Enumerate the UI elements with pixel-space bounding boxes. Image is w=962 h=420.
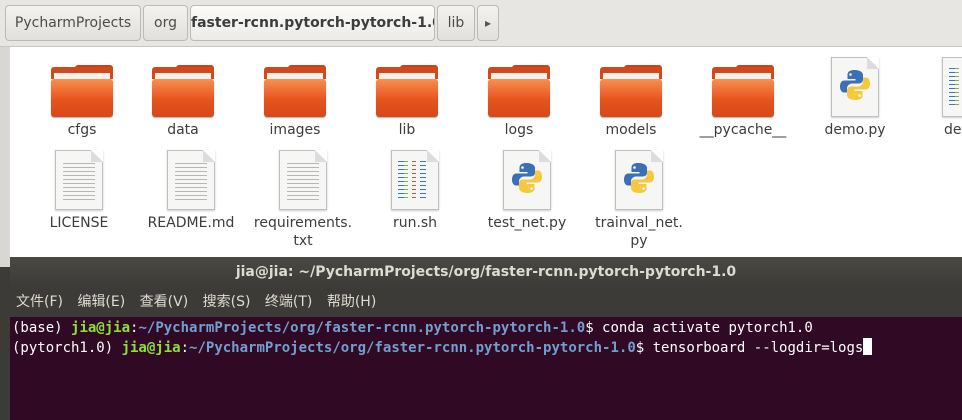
file-label: __pycache__ bbox=[699, 122, 787, 138]
file-item-dem[interactable]: dem bbox=[912, 57, 962, 139]
file-item-demo-py[interactable]: demo.py bbox=[800, 57, 910, 139]
prompt-env: (base) bbox=[12, 320, 72, 336]
file-item-license[interactable]: LICENSE bbox=[24, 150, 134, 232]
terminal-title-bar[interactable]: jia@jia: ~/PycharmProjects/org/faster-rc… bbox=[10, 257, 962, 287]
prompt-separator: : bbox=[180, 340, 190, 356]
file-label: trainval_net. py bbox=[595, 215, 683, 249]
python-file-icon bbox=[615, 150, 663, 210]
file-label: images bbox=[269, 122, 321, 138]
menu-edit[interactable]: 编辑(E) bbox=[77, 294, 125, 310]
menu-help[interactable]: 帮助(H) bbox=[327, 294, 376, 310]
file-label: lib bbox=[398, 122, 416, 138]
file-item-lib[interactable]: lib bbox=[352, 65, 462, 139]
file-item-test-net[interactable]: test_net.py bbox=[472, 150, 582, 232]
folder-icon bbox=[264, 65, 326, 117]
file-item-trainval-net[interactable]: trainval_net. py bbox=[584, 150, 694, 250]
file-label: dem bbox=[944, 122, 962, 138]
menu-terminal[interactable]: 终端(T) bbox=[265, 294, 312, 310]
folder-icon bbox=[376, 65, 438, 117]
file-label: README.md bbox=[147, 215, 235, 231]
prompt-user: jia@jia bbox=[71, 320, 131, 336]
terminal-menu-bar: 文件(F) 编辑(E) 查看(V) 搜索(S) 终端(T) 帮助(H) bbox=[10, 287, 962, 317]
text-file-icon bbox=[55, 150, 103, 210]
script-file-icon bbox=[391, 150, 439, 210]
folder-icon bbox=[712, 65, 774, 117]
file-label: requirements. txt bbox=[253, 215, 353, 249]
file-item-run-sh[interactable]: run.sh bbox=[360, 150, 470, 232]
folder-icon bbox=[152, 65, 214, 117]
prompt-env: (pytorch1.0) bbox=[12, 340, 122, 356]
file-item-requirements[interactable]: requirements. txt bbox=[248, 150, 358, 250]
file-view: cfgs data images lib logs models __pycac… bbox=[0, 47, 962, 267]
file-item-images[interactable]: images bbox=[240, 65, 350, 139]
folder-icon bbox=[600, 65, 662, 117]
breadcrumb-org[interactable]: org bbox=[143, 5, 188, 41]
breadcrumb-lib[interactable]: lib bbox=[437, 5, 475, 41]
file-item-logs[interactable]: logs bbox=[464, 65, 574, 139]
file-item-models[interactable]: models bbox=[576, 65, 686, 139]
breadcrumb-faster-rcnn[interactable]: faster-rcnn.pytorch-pytorch-1.0 bbox=[190, 5, 435, 41]
prompt-user: jia@jia bbox=[121, 340, 181, 356]
breadcrumb-pycharmprojects[interactable]: PycharmProjects bbox=[5, 5, 141, 41]
text-file-icon bbox=[279, 150, 327, 210]
python-logo-icon bbox=[512, 163, 542, 193]
python-logo-icon bbox=[840, 70, 870, 100]
terminal-title: jia@jia: ~/PycharmProjects/org/faster-rc… bbox=[235, 264, 737, 280]
file-label: run.sh bbox=[392, 215, 438, 231]
file-label: cfgs bbox=[67, 122, 97, 138]
text-cursor bbox=[863, 338, 873, 355]
file-label: models bbox=[605, 122, 657, 138]
text-file-icon bbox=[942, 57, 962, 117]
file-item-data[interactable]: data bbox=[128, 65, 238, 139]
file-label: demo.py bbox=[824, 122, 886, 138]
terminal-line: (base) jia@jia:~/PycharmProjects/org/fas… bbox=[12, 319, 962, 338]
text-file-icon bbox=[167, 150, 215, 210]
command-text: $ conda activate pytorch1.0 bbox=[585, 320, 813, 336]
terminal-output[interactable]: (base) jia@jia:~/PycharmProjects/org/fas… bbox=[10, 319, 962, 420]
chevron-right-icon: ▸ bbox=[484, 16, 492, 30]
file-item-pycache[interactable]: __pycache__ bbox=[688, 65, 798, 139]
command-text: $ tensorboard --logdir=logs bbox=[635, 340, 864, 356]
python-file-icon bbox=[831, 57, 879, 117]
file-item-readme[interactable]: README.md bbox=[136, 150, 246, 232]
file-item-cfgs[interactable]: cfgs bbox=[27, 65, 137, 139]
path-bar: PycharmProjects org faster-rcnn.pytorch-… bbox=[0, 0, 962, 47]
folder-icon bbox=[488, 65, 550, 117]
file-label: logs bbox=[504, 122, 534, 138]
file-label: test_net.py bbox=[487, 215, 567, 231]
folder-icon bbox=[51, 65, 113, 117]
file-label: data bbox=[167, 122, 199, 138]
prompt-path: ~/PycharmProjects/org/faster-rcnn.pytorc… bbox=[189, 340, 636, 356]
python-logo-icon bbox=[624, 163, 654, 193]
python-file-icon bbox=[503, 150, 551, 210]
prompt-path: ~/PycharmProjects/org/faster-rcnn.pytorc… bbox=[138, 320, 586, 336]
menu-file[interactable]: 文件(F) bbox=[16, 294, 63, 310]
breadcrumb-more-button[interactable]: ▸ bbox=[477, 5, 499, 41]
terminal-line: (pytorch1.0) jia@jia:~/PycharmProjects/o… bbox=[12, 338, 962, 358]
file-label: LICENSE bbox=[49, 215, 109, 231]
terminal-window[interactable]: jia@jia: ~/PycharmProjects/org/faster-rc… bbox=[10, 257, 962, 420]
menu-search[interactable]: 搜索(S) bbox=[203, 294, 251, 310]
menu-view[interactable]: 查看(V) bbox=[140, 294, 189, 310]
